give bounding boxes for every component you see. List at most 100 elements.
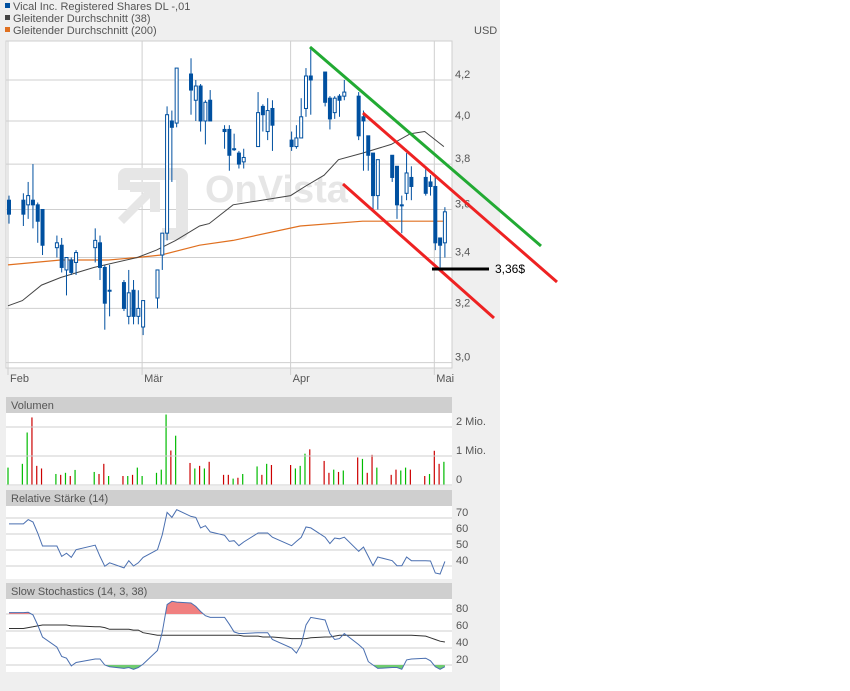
candle-body	[265, 110, 270, 133]
candle-body	[390, 154, 395, 178]
stoch-tick-label: 40	[456, 637, 468, 649]
rsi-plot-area	[6, 506, 452, 579]
candle-body	[308, 75, 313, 81]
rsi-tick-label: 40	[456, 555, 468, 567]
candle	[165, 106, 170, 241]
candle-body	[155, 269, 160, 299]
volume-plot-area	[6, 413, 452, 486]
volume-tick-label: 0	[456, 474, 462, 486]
candle-body	[136, 307, 141, 317]
candle-body	[270, 107, 275, 126]
candle-body	[208, 99, 213, 122]
stock-chart: Vical Inc. Registered Shares DL -,01 Gle…	[5, 1, 558, 672]
legend-swatch-ma200	[5, 27, 10, 32]
candle-body	[7, 199, 11, 215]
volume-header	[6, 397, 452, 413]
rsi-tick-label: 50	[456, 539, 468, 551]
candle-body	[438, 237, 443, 246]
candle-body	[141, 300, 146, 328]
y-tick-label: 3,4	[455, 246, 470, 258]
candle-body	[375, 159, 380, 197]
candle-body	[169, 120, 174, 128]
legend: Vical Inc. Registered Shares DL -,01 Gle…	[5, 1, 497, 37]
candle-body	[107, 289, 112, 292]
candle-body	[203, 101, 208, 122]
candle-body	[428, 181, 433, 187]
candle	[121, 280, 126, 312]
stoch-tick-label: 20	[456, 654, 468, 666]
x-tick-label: Feb	[10, 373, 29, 385]
candle-body	[69, 259, 74, 273]
candle	[69, 257, 74, 275]
y-tick-label: 3,0	[455, 352, 470, 364]
candle-body	[74, 252, 79, 263]
candle-body	[366, 135, 371, 156]
rsi-tick-label: 60	[456, 523, 468, 535]
candle-body	[289, 139, 294, 148]
candle-body	[121, 282, 126, 309]
candle-body	[21, 199, 26, 215]
candle-body	[433, 185, 438, 244]
y-tick-label: 3,8	[455, 153, 470, 165]
support-label: 3,36$	[495, 262, 525, 276]
candle-body	[165, 114, 170, 234]
currency-label: USD	[474, 25, 497, 37]
y-tick-label: 4,2	[455, 69, 470, 81]
candle-body	[342, 91, 347, 97]
candle-body	[160, 232, 165, 256]
legend-swatch-ma38	[5, 15, 10, 20]
y-tick-label: 4,0	[455, 110, 470, 122]
volume-title: Volumen	[11, 400, 54, 412]
candle-body	[323, 71, 328, 103]
candle-body	[35, 204, 40, 222]
candle-body	[256, 112, 261, 148]
candle-body	[241, 156, 246, 163]
candle-body	[26, 195, 31, 206]
candle-body	[371, 152, 376, 197]
volume-tick-label: 2 Mio.	[456, 416, 486, 428]
stoch-title: Slow Stochastics (14, 3, 38)	[11, 586, 147, 598]
candle-body	[442, 211, 447, 244]
legend-swatch-price	[5, 3, 10, 8]
watermark-text: OnVista	[205, 169, 349, 211]
x-tick-label: Mai	[436, 373, 454, 385]
candle-body	[126, 292, 131, 317]
candle-body	[356, 95, 361, 137]
candle-body	[399, 204, 404, 207]
candle-body	[30, 199, 35, 206]
candle-body	[327, 97, 332, 120]
candle-body	[404, 172, 409, 194]
candle-body	[294, 137, 299, 148]
candle-body	[337, 95, 342, 101]
x-tick-label: Mär	[144, 373, 163, 385]
candle-body	[409, 176, 414, 187]
candle-body	[131, 289, 136, 317]
candle-body	[232, 148, 237, 151]
legend-ma200: Gleitender Durchschnitt (200)	[13, 25, 157, 37]
candle-body	[260, 105, 265, 116]
candle	[433, 175, 438, 251]
candle-body	[361, 116, 366, 122]
legend-ma38: Gleitender Durchschnitt (38)	[13, 13, 151, 25]
candle-body	[98, 242, 103, 268]
candle	[356, 92, 361, 141]
candle-body	[299, 116, 304, 139]
candle-body	[198, 85, 203, 122]
x-tick-label: Apr	[293, 373, 310, 385]
candle-body	[54, 242, 59, 249]
candle	[174, 67, 179, 128]
candle-body	[59, 244, 64, 268]
legend-price: Vical Inc. Registered Shares DL -,01	[13, 1, 190, 13]
candle-body	[222, 128, 227, 133]
candle-body	[102, 266, 107, 304]
candle-body	[394, 165, 399, 206]
candle	[323, 71, 328, 107]
candle-body	[423, 176, 428, 194]
candle-body	[303, 75, 308, 109]
candle-body	[227, 128, 232, 156]
candle-body	[236, 152, 241, 165]
stoch-tick-label: 80	[456, 603, 468, 615]
volume-tick-label: 1 Mio.	[456, 445, 486, 457]
stoch-tick-label: 60	[456, 620, 468, 632]
candle-body	[93, 239, 98, 249]
